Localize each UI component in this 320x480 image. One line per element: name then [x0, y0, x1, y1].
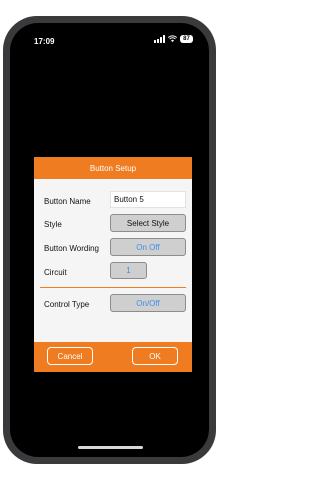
ok-button[interactable]: OK [132, 347, 178, 365]
button-wording-button[interactable]: On Off [110, 238, 186, 256]
control-type-label: Control Type [44, 300, 90, 309]
circuit-label: Circuit [44, 268, 67, 277]
signal-icon [154, 35, 165, 43]
phone-screen: 17:09 87 Button Setup Button Name Button… [10, 23, 209, 457]
notch [72, 32, 144, 50]
circuit-button[interactable]: 1 [110, 262, 147, 279]
button-name-label: Button Name [44, 197, 91, 206]
select-style-button[interactable]: Select Style [110, 214, 186, 232]
button-name-input[interactable]: Button 5 [110, 191, 186, 208]
button-wording-label: Button Wording [44, 244, 99, 253]
button-setup-dialog: Button Setup Button Name Button 5 Style … [34, 157, 192, 372]
wifi-icon [168, 35, 177, 43]
status-time: 17:09 [34, 37, 55, 46]
status-icons: 87 [154, 35, 193, 43]
section-divider [40, 287, 186, 288]
dialog-footer: Cancel OK [34, 342, 192, 372]
home-indicator[interactable] [78, 446, 143, 449]
control-type-button[interactable]: On/Off [110, 294, 186, 312]
style-label: Style [44, 220, 62, 229]
dialog-title: Button Setup [34, 157, 192, 179]
battery-icon: 87 [180, 35, 193, 43]
phone-frame: 17:09 87 Button Setup Button Name Button… [3, 16, 216, 464]
cancel-button[interactable]: Cancel [47, 347, 93, 365]
